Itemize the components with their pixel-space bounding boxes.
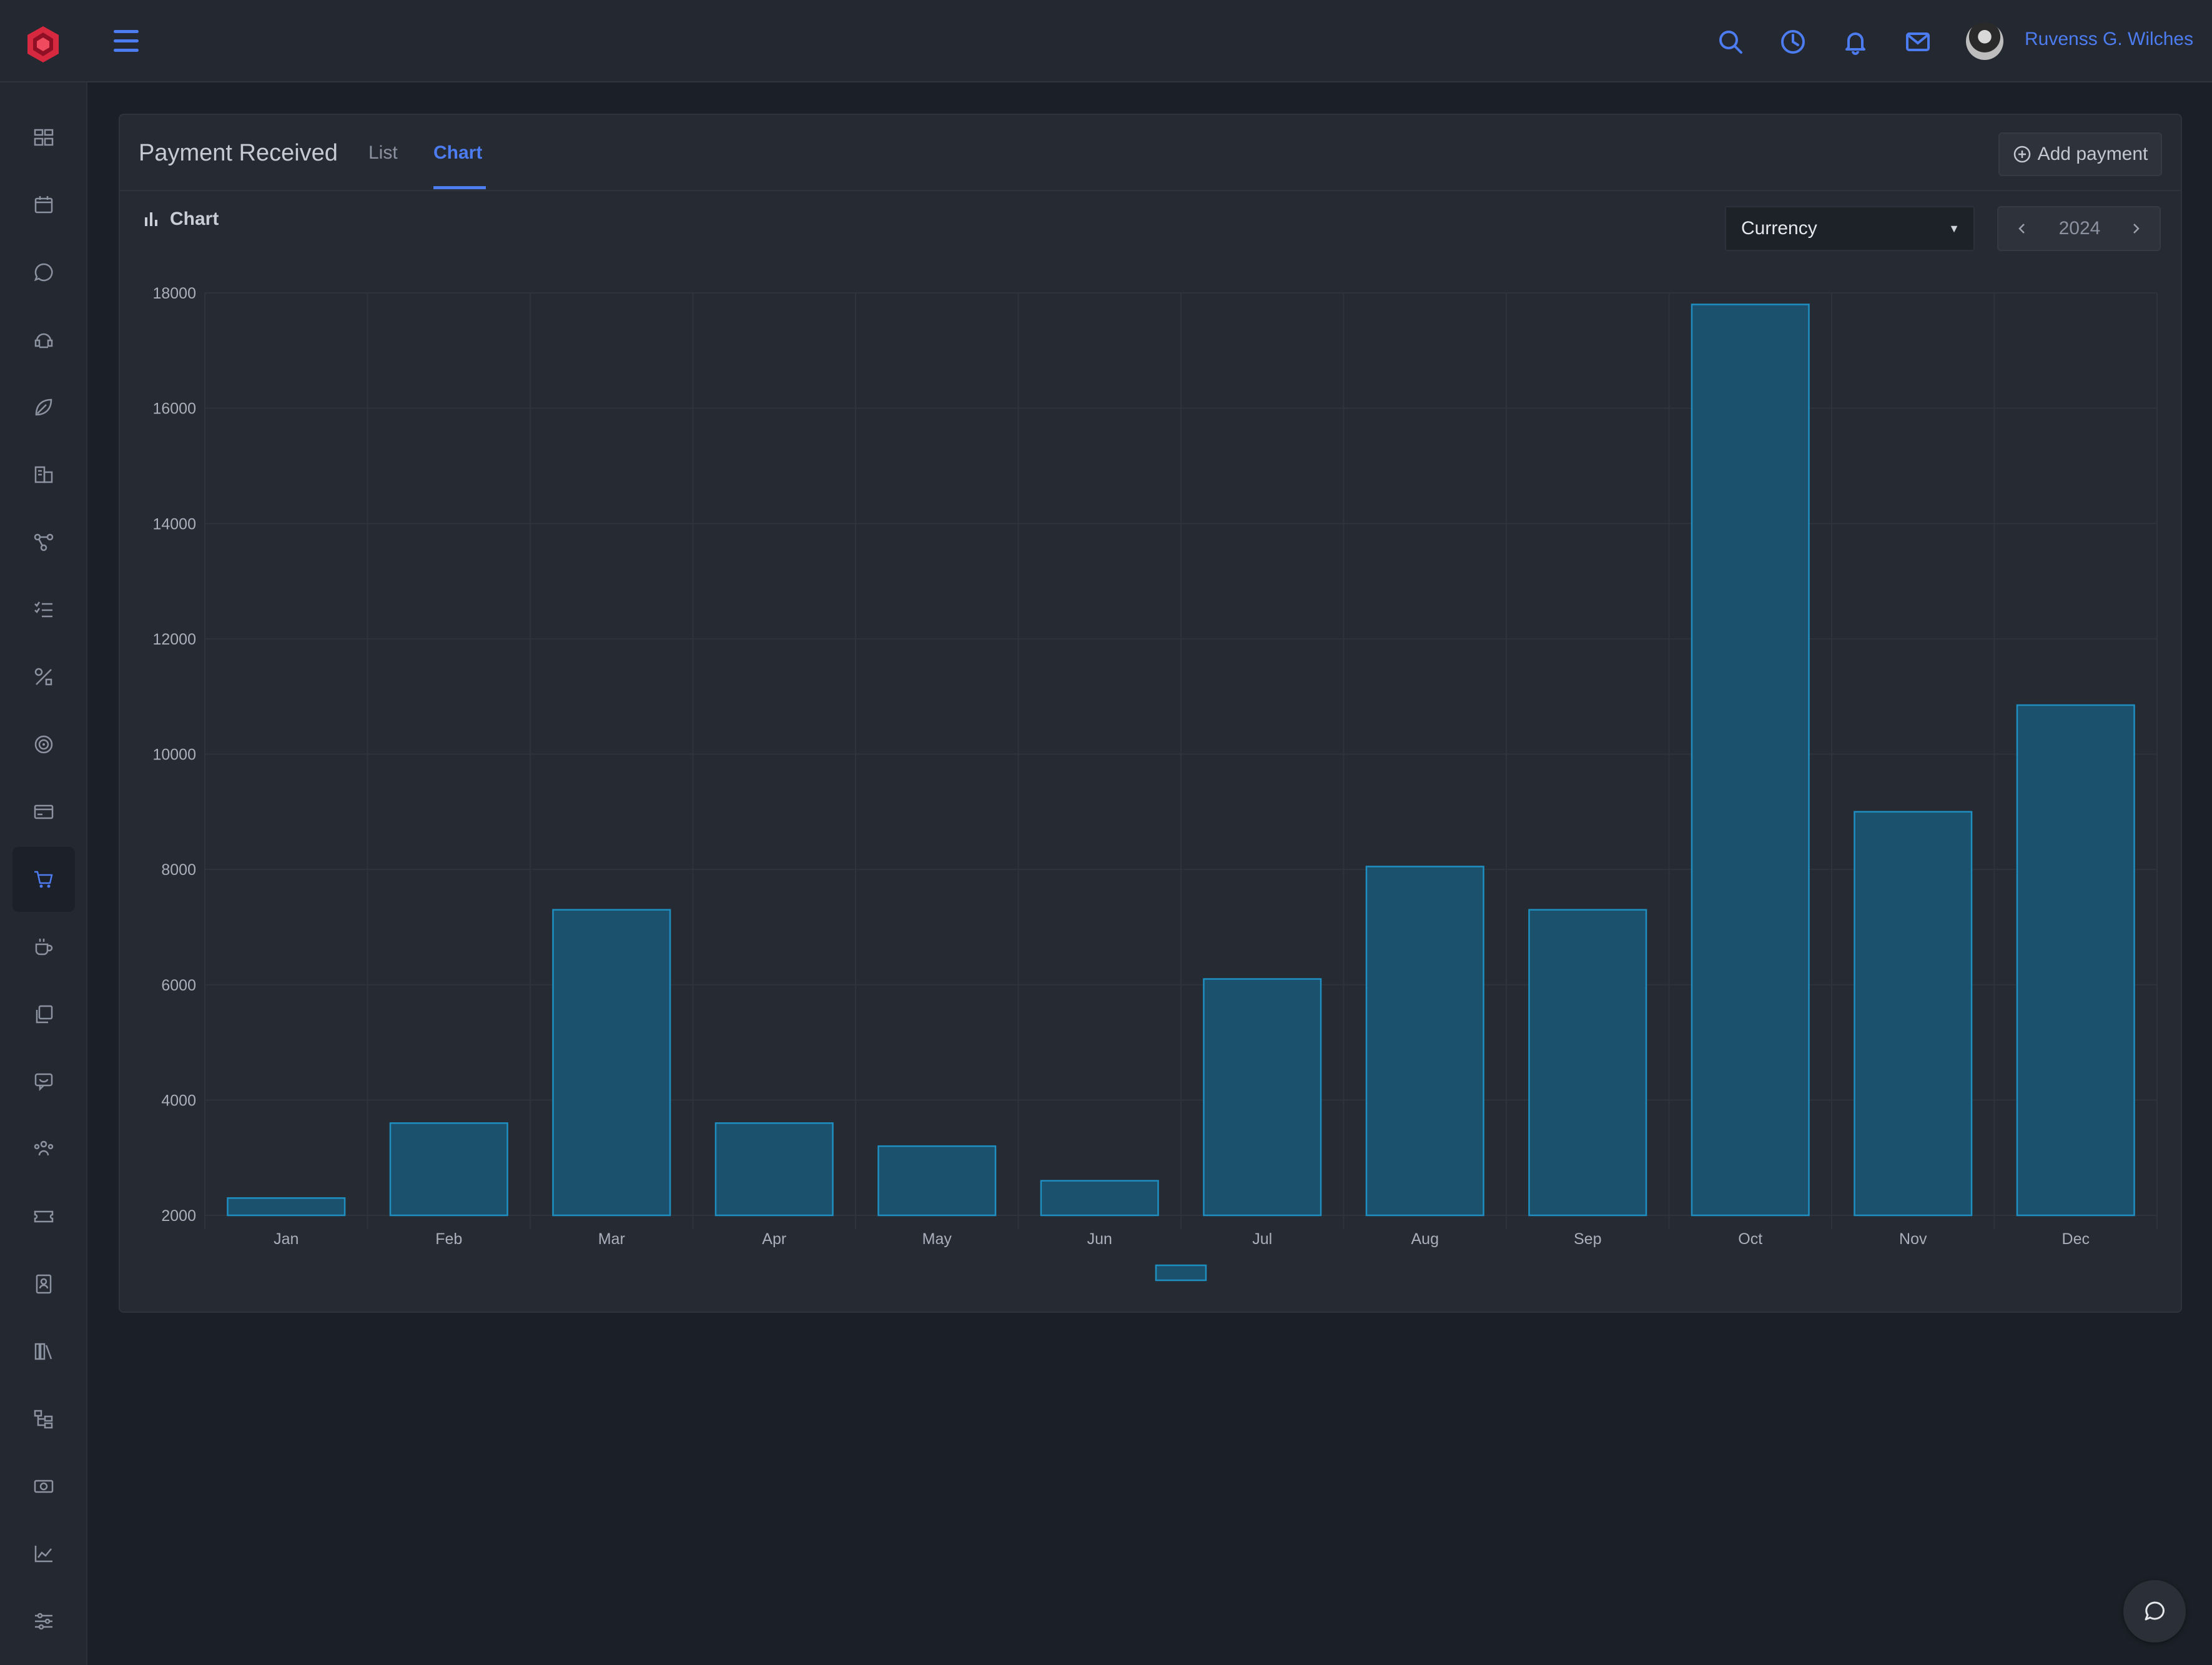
credit-card-icon xyxy=(34,804,54,819)
chat-button[interactable] xyxy=(2123,1580,2186,1643)
y-tick-label: 8000 xyxy=(161,861,196,879)
y-tick-label: 4000 xyxy=(161,1092,196,1109)
bar-sep[interactable] xyxy=(1528,909,1647,1217)
x-tick-label: Nov xyxy=(1899,1230,1927,1248)
top-bar: Ruvenss G. Wilches xyxy=(0,0,2212,82)
bar-jun[interactable] xyxy=(1040,1180,1159,1217)
sidebar-item-library[interactable] xyxy=(12,1319,75,1384)
bar-aug[interactable] xyxy=(1365,866,1484,1217)
dashboard-icon xyxy=(34,129,54,146)
sidebar xyxy=(0,82,87,1665)
money-icon xyxy=(34,1480,54,1493)
y-tick-label: 2000 xyxy=(161,1207,196,1225)
chat-bubble-icon xyxy=(2145,1601,2165,1621)
buildings-icon xyxy=(34,466,53,483)
y-tick-label: 12000 xyxy=(152,631,196,648)
sidebar-item-credit-card[interactable] xyxy=(12,779,75,844)
search-icon[interactable] xyxy=(1716,27,1745,56)
clock-icon[interactable] xyxy=(1779,27,1807,56)
sidebar-item-buildings[interactable] xyxy=(12,442,75,507)
coffee-icon xyxy=(35,939,53,956)
calendar-icon xyxy=(34,196,53,214)
bar-dec[interactable] xyxy=(2016,704,2135,1217)
x-tick-label: Mar xyxy=(598,1230,625,1248)
x-tick-label: Dec xyxy=(2062,1230,2090,1248)
x-tick-label: Apr xyxy=(762,1230,786,1248)
legend-swatch[interactable] xyxy=(1155,1264,1207,1282)
sidebar-item-checklist[interactable] xyxy=(12,577,75,642)
brand-logo-icon[interactable] xyxy=(22,24,64,65)
sidebar-item-target[interactable] xyxy=(12,712,75,777)
chat-support-icon xyxy=(34,1073,53,1092)
sidebar-item-hierarchy[interactable] xyxy=(12,1386,75,1451)
sidebar-item-support[interactable] xyxy=(12,307,75,372)
tools-icon xyxy=(34,668,52,686)
sidebar-item-ticket[interactable] xyxy=(12,1184,75,1249)
sidebar-item-dashboard[interactable] xyxy=(12,105,75,170)
sidebar-item-team[interactable] xyxy=(12,1117,75,1182)
hierarchy-icon xyxy=(34,1410,53,1429)
x-tick-label: Feb xyxy=(435,1230,462,1248)
y-tick-label: 16000 xyxy=(152,400,196,418)
bar-jan[interactable] xyxy=(227,1197,346,1217)
sidebar-item-coffee[interactable] xyxy=(12,914,75,979)
whatsapp-icon xyxy=(34,263,53,282)
leaf-icon xyxy=(35,398,52,416)
sidebar-item-calendar[interactable] xyxy=(12,172,75,237)
user-name[interactable]: Ruvenss G. Wilches xyxy=(2025,29,2193,50)
sidebar-item-leaf[interactable] xyxy=(12,375,75,440)
bar-apr[interactable] xyxy=(714,1122,834,1217)
bar-feb[interactable] xyxy=(389,1122,508,1217)
x-tick-label: Jan xyxy=(274,1230,299,1248)
mail-icon[interactable] xyxy=(1903,27,1932,56)
bar-oct[interactable] xyxy=(1691,304,1810,1217)
contact-book-icon xyxy=(36,1274,52,1294)
bell-icon[interactable] xyxy=(1841,27,1870,56)
bar-may[interactable] xyxy=(877,1145,997,1217)
copy-icon xyxy=(36,1005,53,1024)
menu-toggle-icon[interactable] xyxy=(114,30,139,54)
sidebar-item-copy[interactable] xyxy=(12,982,75,1047)
checklist-icon xyxy=(34,601,52,618)
settings-sliders-icon xyxy=(35,1613,52,1630)
x-tick-label: May xyxy=(922,1230,952,1248)
ticket-icon xyxy=(34,1210,54,1223)
sidebar-item-contact-book[interactable] xyxy=(12,1252,75,1317)
bar-nov[interactable] xyxy=(1854,811,1973,1217)
x-tick-label: Oct xyxy=(1738,1230,1762,1248)
sidebar-item-tools[interactable] xyxy=(12,645,75,709)
support-icon xyxy=(34,333,53,348)
line-chart-icon xyxy=(34,1546,52,1563)
y-tick-label: 14000 xyxy=(152,515,196,533)
sidebar-item-cart[interactable] xyxy=(12,847,75,912)
payment-received-card: Payment Received List Chart Add payment … xyxy=(119,114,2182,1313)
target-icon xyxy=(34,735,53,754)
x-tick-label: Aug xyxy=(1411,1230,1439,1248)
bar-mar[interactable] xyxy=(552,909,671,1217)
sidebar-item-chat-support[interactable] xyxy=(12,1049,75,1114)
sidebar-item-line-chart[interactable] xyxy=(12,1521,75,1586)
x-tick-label: Sep xyxy=(1574,1230,1601,1248)
y-tick-label: 18000 xyxy=(152,285,196,302)
sidebar-item-network[interactable] xyxy=(12,510,75,575)
sidebar-item-money[interactable] xyxy=(12,1454,75,1519)
team-icon xyxy=(34,1140,54,1156)
x-tick-label: Jul xyxy=(1252,1230,1272,1248)
network-icon xyxy=(34,533,54,551)
y-tick-label: 10000 xyxy=(152,746,196,764)
y-tick-label: 6000 xyxy=(161,977,196,994)
library-icon xyxy=(34,1343,52,1360)
cart-icon xyxy=(34,871,53,888)
bar-jul[interactable] xyxy=(1203,978,1322,1217)
avatar[interactable] xyxy=(1966,22,2003,60)
sidebar-item-settings-sliders[interactable] xyxy=(12,1589,75,1654)
payment-bar-chart: 2000 4000 6000 8000 10000 12000 14000 16000 1800… xyxy=(152,285,2158,1282)
sidebar-item-whatsapp[interactable] xyxy=(12,240,75,305)
x-tick-label: Jun xyxy=(1087,1230,1112,1248)
